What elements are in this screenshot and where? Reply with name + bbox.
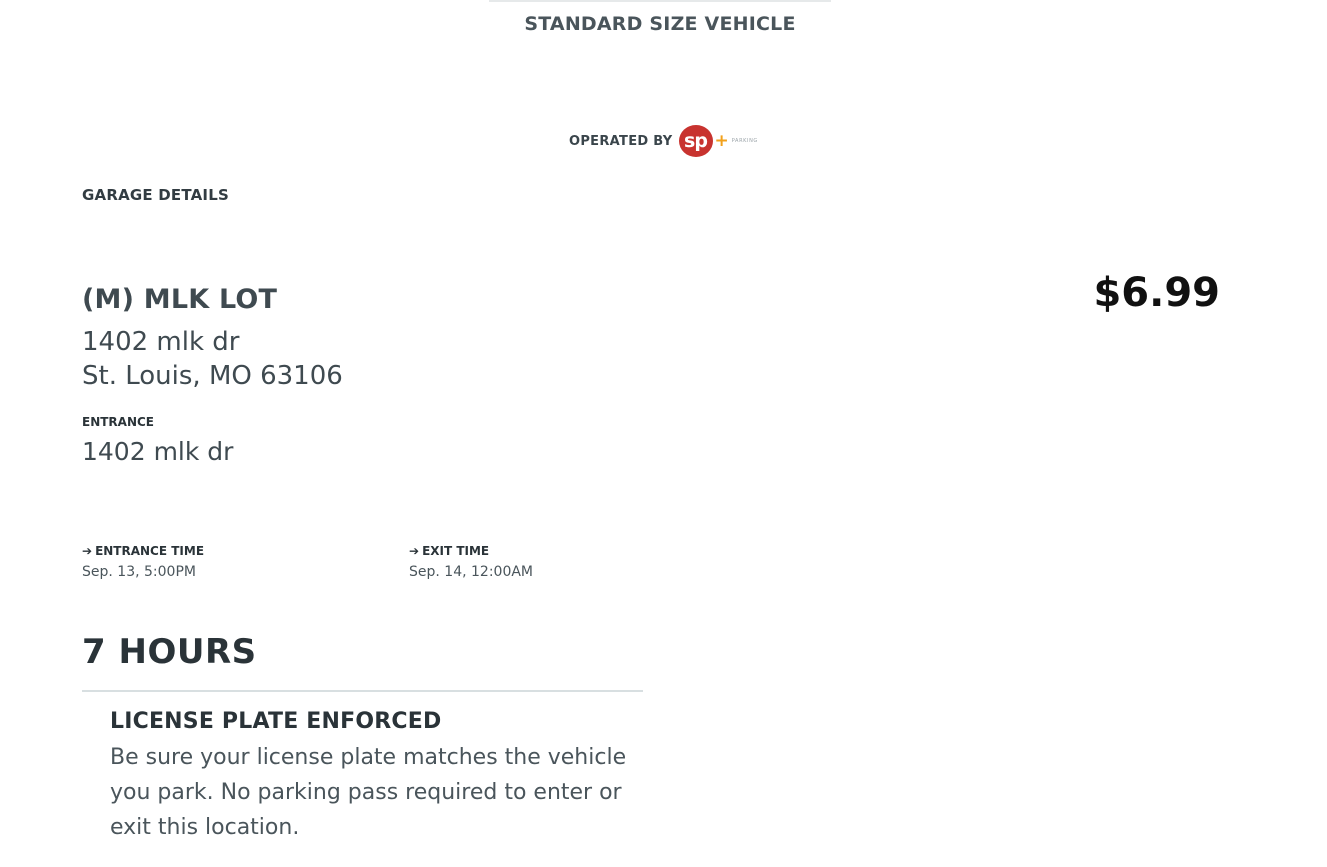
entrance-time-value: Sep. 13, 5:00PM (82, 564, 196, 580)
vehicle-size-label: STANDARD SIZE VEHICLE (524, 13, 796, 35)
exit-time-label: EXIT TIME (422, 544, 490, 558)
operated-by: OPERATED BY sp + PARKING (569, 124, 758, 158)
section-divider (82, 690, 643, 692)
entrance-time-block: ➔ ENTRANCE TIME Sep. 13, 5:00PM (82, 544, 204, 580)
sp-logo-mark: sp (678, 125, 713, 157)
sp-logo-word: PARKING (731, 138, 758, 144)
exit-time-value: Sep. 14, 12:00AM (409, 564, 534, 580)
operator-logo: sp + PARKING (678, 125, 758, 157)
operated-by-label: OPERATED BY (569, 133, 673, 149)
address-line-2: St. Louis, MO 63106 (82, 361, 343, 391)
entrance-time-label-row: ➔ ENTRANCE TIME (82, 544, 204, 558)
top-divider (489, 0, 831, 2)
arrow-right-icon: ➔ (82, 544, 93, 558)
notice-body: Be sure your license plate matches the v… (110, 745, 627, 840)
arrow-right-icon: ➔ (409, 544, 420, 558)
address-line-1: 1402 mlk dr (82, 327, 240, 357)
price: $6.99 (1093, 270, 1220, 316)
entrance-label: ENTRANCE (82, 415, 154, 429)
exit-time-block: ➔ EXIT TIME Sep. 14, 12:00AM (409, 544, 533, 580)
lot-name: (M) MLK LOT (82, 284, 278, 315)
reservation-page: STANDARD SIZE VEHICLE OPERATED BY sp + P… (0, 0, 1327, 867)
exit-time-label-row: ➔ EXIT TIME (409, 544, 533, 558)
entrance-time-label: ENTRANCE TIME (95, 544, 205, 558)
garage-details-heading: GARAGE DETAILS (82, 186, 229, 204)
entrance-address: 1402 mlk dr (82, 437, 234, 466)
notice-title: LICENSE PLATE ENFORCED (110, 709, 442, 734)
sp-logo-plus: + (714, 130, 729, 151)
duration: 7 HOURS (82, 632, 257, 672)
